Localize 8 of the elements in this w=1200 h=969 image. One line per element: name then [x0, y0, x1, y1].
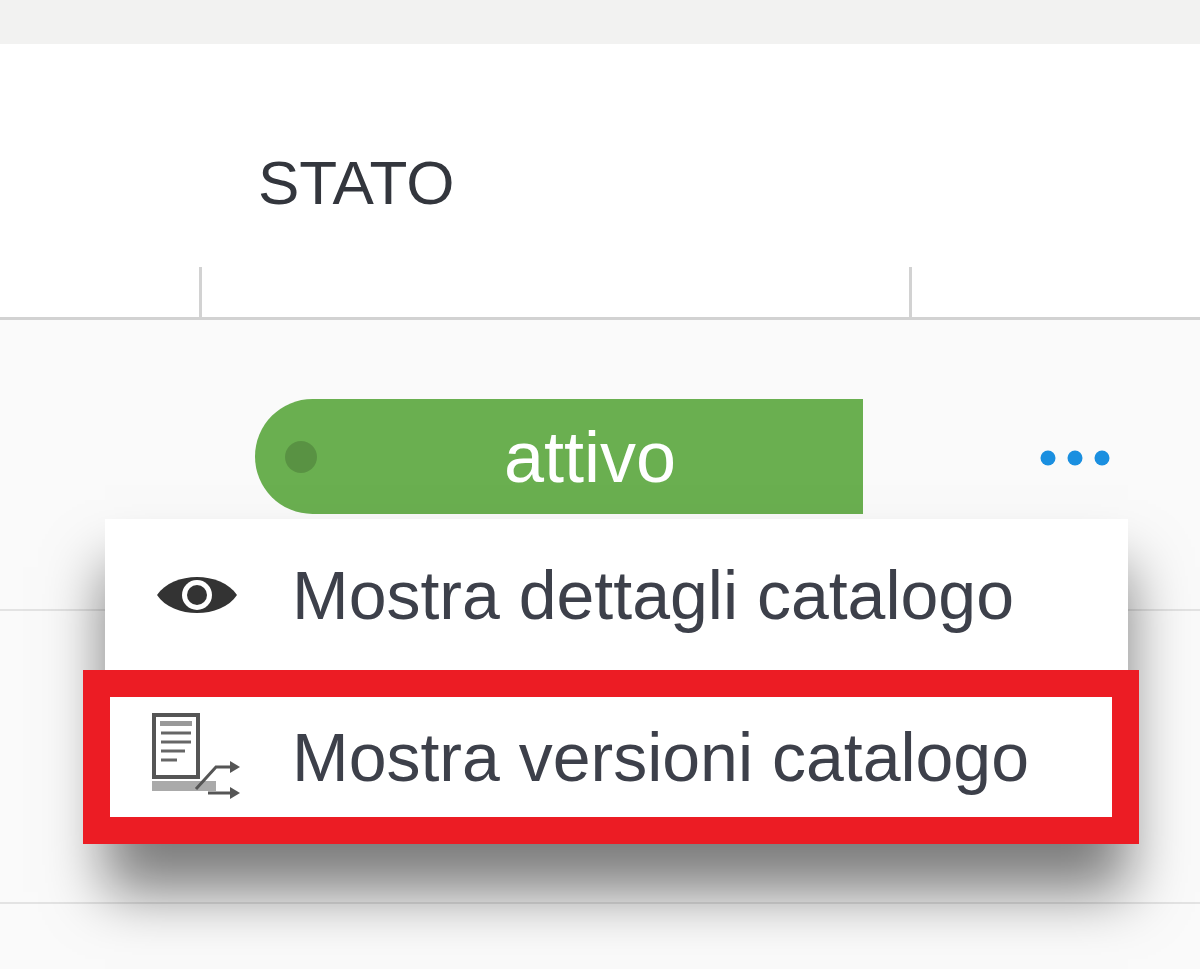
more-icon [1040, 450, 1110, 466]
status-label: attivo [502, 420, 678, 493]
menu-item[interactable]: Mostra dettagli catalogo [105, 519, 1128, 670]
column-header: STATO [258, 148, 455, 217]
document-arrows-icon [152, 713, 242, 801]
more-button[interactable] [1040, 450, 1110, 466]
menu-item[interactable]: Mostra versioni catalogo [83, 670, 1139, 844]
status-dot-icon [285, 440, 317, 473]
